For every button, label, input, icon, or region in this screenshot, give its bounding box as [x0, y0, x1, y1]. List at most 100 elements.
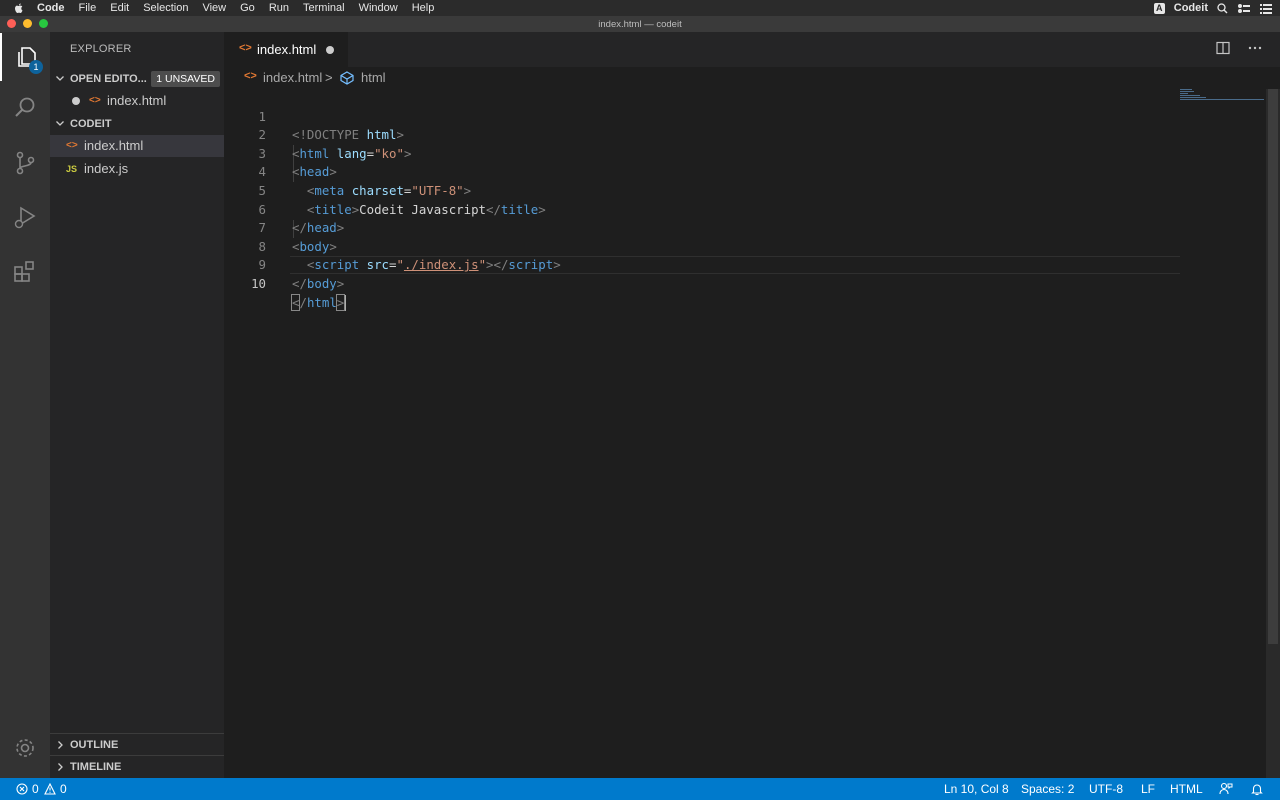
cursor-position[interactable]: Ln 10, Col 8 — [944, 782, 1009, 796]
code-line: 10 </html> — [224, 256, 1266, 312]
close-window-button[interactable] — [7, 19, 16, 28]
code-line: 4 <meta charset="UTF-8"> — [224, 145, 1266, 198]
code-line: 8 <script src="./index.js"></script> — [224, 219, 1266, 273]
code-line: 5 <title>Codeit Javascript</title> — [224, 163, 1266, 217]
tab-label: index.html — [257, 42, 317, 57]
notification-center-icon[interactable] — [1260, 3, 1272, 14]
minimap[interactable] — [1180, 89, 1266, 103]
code-line: 6 </head> — [224, 182, 1266, 236]
breadcrumb-symbol[interactable]: html — [361, 70, 386, 85]
gear-icon — [16, 739, 34, 757]
open-editors-label: OPEN EDITO... — [70, 73, 147, 85]
menu-run[interactable]: Run — [269, 2, 289, 14]
file-name: index.html — [84, 138, 144, 153]
mac-menubar: Code File Edit Selection View Go Run Ter… — [0, 0, 1280, 16]
explorer-badge: 1 — [29, 60, 43, 74]
menu-help[interactable]: Help — [412, 2, 435, 14]
zoom-window-button[interactable] — [39, 19, 48, 28]
window-title: index.html — codeit — [598, 18, 682, 30]
menu-view[interactable]: View — [202, 2, 226, 14]
html-file-icon: <> — [244, 70, 257, 82]
code-text: </body> — [292, 275, 345, 291]
unsaved-dot-icon[interactable] — [72, 97, 80, 105]
menu-go[interactable]: Go — [240, 2, 255, 14]
more-actions-icon[interactable] — [1248, 41, 1262, 55]
activity-explorer[interactable]: 1 — [0, 33, 50, 81]
activity-manage[interactable] — [0, 724, 50, 772]
unsaved-dot-icon[interactable] — [326, 46, 334, 54]
activity-search[interactable] — [0, 84, 50, 132]
source-control-icon — [16, 151, 35, 175]
window-titlebar: index.html — codeit — [0, 16, 1280, 32]
language-mode[interactable]: HTML — [1170, 782, 1203, 796]
notifications-bell-icon[interactable] — [1250, 782, 1264, 796]
breadcrumb: <> index.html > html — [224, 67, 1280, 89]
code-line: 2 <html lang="ko"> — [224, 108, 1266, 161]
menu-window[interactable]: Window — [359, 2, 398, 14]
line-number: 10 — [251, 275, 266, 291]
folder-header[interactable]: CODEIT — [50, 113, 224, 135]
window-controls — [7, 19, 48, 28]
code-line: 9 </body> — [224, 238, 1266, 291]
text-cursor — [344, 295, 347, 312]
html-file-icon: <> — [66, 140, 78, 151]
apple-icon[interactable] — [13, 2, 25, 14]
activity-bar: 1 — [0, 32, 50, 778]
timeline-header[interactable]: TIMELINE — [50, 755, 224, 778]
end-of-line[interactable]: LF — [1141, 782, 1155, 796]
menu-file[interactable]: File — [79, 2, 97, 14]
outline-label: OUTLINE — [70, 739, 119, 751]
menubar-user[interactable]: Codeit — [1174, 2, 1208, 14]
control-center-icon[interactable] — [1237, 3, 1251, 14]
activity-run-debug[interactable] — [0, 193, 50, 241]
symbol-element-icon — [340, 71, 354, 85]
menu-terminal[interactable]: Terminal — [303, 2, 345, 14]
file-item-index-js[interactable]: JS index.js — [50, 158, 224, 180]
feedback-icon[interactable] — [1219, 782, 1233, 796]
spotlight-search-icon[interactable] — [1217, 2, 1228, 14]
editor-tab-bar: <> index.html — [224, 32, 1280, 67]
menu-app[interactable]: Code — [37, 2, 65, 14]
editor-actions — [1216, 41, 1262, 55]
code-text: </html> — [290, 293, 347, 312]
extensions-icon — [14, 261, 34, 282]
code-editor[interactable]: 1 <!DOCTYPE html> 2 <html lang="ko"> 3 <… — [224, 89, 1266, 778]
minimize-window-button[interactable] — [23, 19, 32, 28]
file-item-index-html[interactable]: <> index.html — [50, 135, 224, 157]
open-editor-item[interactable]: <> index.html — [50, 90, 224, 112]
js-file-icon: JS — [66, 164, 78, 174]
code-line: 1 <!DOCTYPE html> — [224, 89, 1266, 143]
indentation[interactable]: Spaces: 2 — [1021, 782, 1074, 796]
timeline-label: TIMELINE — [70, 761, 122, 773]
sidebar-title: EXPLORER — [70, 43, 132, 55]
code-line: 7 <body> — [224, 201, 1266, 254]
html-file-icon: <> — [89, 95, 101, 106]
outline-header[interactable]: OUTLINE — [50, 733, 224, 756]
scrollbar-thumb[interactable] — [1268, 89, 1278, 644]
html-file-icon: <> — [239, 42, 252, 54]
input-source-indicator[interactable]: A — [1153, 2, 1165, 14]
explorer-sidebar: EXPLORER OPEN EDITO... 1 UNSAVED <> inde… — [50, 32, 224, 778]
warning-icon[interactable] — [44, 783, 56, 795]
unsaved-badge: 1 UNSAVED — [151, 71, 220, 87]
open-editors-header[interactable]: OPEN EDITO... 1 UNSAVED — [50, 68, 224, 90]
activity-source-control[interactable] — [0, 139, 50, 187]
menu-edit[interactable]: Edit — [110, 2, 129, 14]
warning-count[interactable]: 0 — [60, 782, 67, 796]
encoding[interactable]: UTF-8 — [1089, 782, 1123, 796]
menubar-status-area: A Codeit — [1153, 0, 1272, 16]
vertical-scrollbar[interactable] — [1266, 89, 1280, 778]
menu-selection[interactable]: Selection — [143, 2, 188, 14]
folder-label: CODEIT — [70, 118, 112, 130]
error-icon[interactable] — [16, 783, 28, 795]
file-name: index.js — [84, 161, 129, 176]
run-debug-icon — [14, 206, 36, 229]
error-count[interactable]: 0 — [32, 782, 39, 796]
activity-extensions[interactable] — [0, 247, 50, 295]
split-editor-icon[interactable] — [1216, 41, 1230, 55]
tab-index-html[interactable]: <> index.html — [224, 32, 348, 67]
open-editor-filename: index.html — [107, 93, 167, 108]
search-icon — [15, 97, 35, 117]
code-line: 3 <head> — [224, 126, 1266, 180]
breadcrumb-file[interactable]: index.html — [263, 70, 322, 85]
